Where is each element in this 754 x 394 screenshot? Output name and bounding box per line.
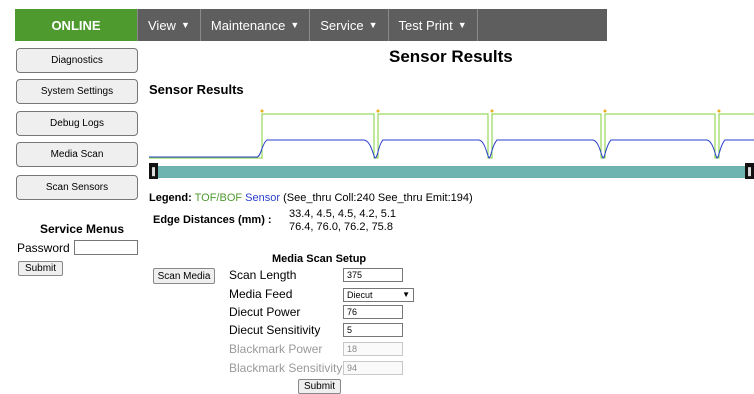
blackmark-power-input: 18: [343, 342, 403, 356]
edge-distances-line1: 33.4, 4.5, 4.5, 4.2, 5.1: [289, 208, 397, 220]
chevron-down-icon: ▼: [402, 290, 410, 299]
diecut-power-input[interactable]: 76: [343, 305, 403, 319]
chevron-down-icon: ▼: [180, 20, 190, 30]
chevron-down-icon: ▼: [368, 20, 378, 30]
edge-distances-label: Edge Distances (mm) :: [153, 214, 272, 226]
menu-service-label: Service: [320, 17, 364, 33]
tofbof-trace: [149, 113, 754, 159]
chevron-down-icon: ▼: [457, 20, 467, 30]
service-submit-button[interactable]: Submit: [18, 261, 63, 276]
password-field[interactable]: [74, 240, 138, 255]
service-menus-heading: Service Menus: [40, 222, 125, 236]
menu-test-print-label: Test Print: [398, 17, 453, 33]
scan-length-input[interactable]: 375: [343, 268, 403, 282]
main-menu: View ▼ Maintenance ▼ Service ▼ Test Prin…: [138, 9, 607, 41]
password-label: Password: [17, 241, 70, 255]
tofbof-marker: [260, 109, 264, 113]
edge-distances-line2: 76.4, 76.0, 76.2, 75.8: [289, 221, 393, 233]
legend-details: (See_thru Coll:240 See_thru Emit:194): [283, 192, 473, 204]
chevron-down-icon: ▼: [290, 20, 300, 30]
scan-sensors-button[interactable]: Scan Sensors: [16, 175, 138, 200]
media-scan-button[interactable]: Media Scan: [16, 142, 138, 167]
legend-tofbof: TOF/BOF: [194, 192, 243, 204]
tofbof-marker: [603, 109, 607, 113]
slider-left-handle[interactable]: ❚: [149, 163, 158, 179]
blackmark-sensitivity-label: Blackmark Sensitivity: [229, 361, 343, 375]
legend-sensor: Sensor: [245, 192, 281, 204]
debug-logs-button[interactable]: Debug Logs: [16, 111, 138, 136]
setup-submit-button[interactable]: Submit: [298, 379, 341, 394]
status-indicator: ONLINE: [15, 9, 138, 41]
menu-view-label: View: [148, 17, 176, 33]
diagnostics-button[interactable]: Diagnostics: [16, 48, 138, 73]
tofbof-marker: [376, 109, 380, 113]
menu-test-print[interactable]: Test Print ▼: [389, 9, 478, 41]
legend-label: Legend:: [149, 192, 192, 204]
slider-right-handle[interactable]: ❚: [745, 163, 754, 179]
tofbof-marker: [490, 109, 494, 113]
system-settings-button[interactable]: System Settings: [16, 79, 138, 104]
page-title: Sensor Results: [389, 47, 513, 66]
scan-media-button[interactable]: Scan Media: [153, 268, 215, 284]
media-feed-value: Diecut: [347, 290, 373, 300]
media-scan-setup-title: Media Scan Setup: [272, 253, 367, 265]
media-feed-select[interactable]: Diecut ▼: [343, 288, 414, 302]
graph-range-slider[interactable]: [149, 166, 754, 178]
blackmark-power-label: Blackmark Power: [229, 342, 323, 356]
menu-view[interactable]: View ▼: [138, 9, 201, 41]
sensor-trace: [149, 139, 754, 159]
menu-service[interactable]: Service ▼: [310, 9, 389, 41]
diecut-power-label: Diecut Power: [229, 305, 301, 319]
media-feed-label: Media Feed: [229, 287, 293, 301]
diecut-sensitivity-input[interactable]: 5: [343, 323, 403, 337]
graph-legend: Legend: TOF/BOF Sensor (See_thru Coll:24…: [149, 192, 473, 204]
tofbof-marker: [717, 109, 721, 113]
blackmark-sensitivity-input: 94: [343, 361, 403, 375]
menu-maintenance-label: Maintenance: [210, 17, 286, 33]
diecut-sensitivity-label: Diecut Sensitivity: [229, 323, 321, 337]
scan-length-label: Scan Length: [229, 268, 297, 282]
top-navigation: ONLINE View ▼ Maintenance ▼ Service ▼ Te…: [15, 9, 607, 41]
menu-maintenance[interactable]: Maintenance ▼: [201, 9, 311, 41]
section-title: Sensor Results: [149, 82, 244, 97]
sensor-graph: [149, 109, 754, 159]
